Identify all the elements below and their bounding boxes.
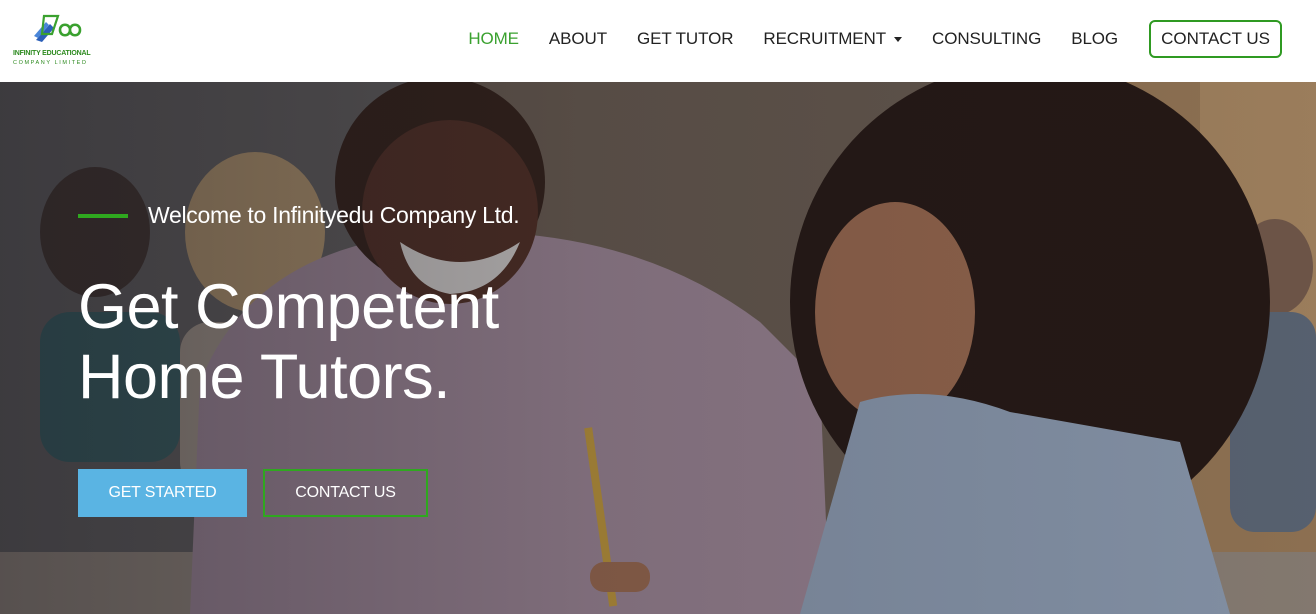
- welcome-text: Welcome to Infinityedu Company Ltd.: [148, 202, 520, 228]
- welcome-row: Welcome to Infinityedu Company Ltd.: [78, 202, 520, 229]
- nav-recruitment-label: RECRUITMENT: [763, 29, 887, 48]
- nav-about[interactable]: ABOUT: [549, 29, 607, 49]
- nav-blog[interactable]: BLOG: [1071, 29, 1118, 49]
- infinity-logo-icon: [34, 14, 82, 42]
- hero-title-line1: Get Competent: [78, 272, 499, 342]
- brand-subtitle: COMPANY LIMITED: [13, 60, 88, 66]
- hero-title: Get Competent Home Tutors.: [78, 272, 638, 412]
- caret-down-icon: [894, 36, 903, 42]
- nav-contact-button[interactable]: CONTACT US: [1149, 20, 1282, 58]
- main-nav: HOME ABOUT GET TUTOR RECRUITMENT CONSULT…: [438, 20, 1282, 58]
- nav-home[interactable]: HOME: [468, 29, 519, 49]
- hero-title-line2: Home Tutors.: [78, 342, 451, 412]
- hero-section: Welcome to Infinityedu Company Ltd. Get …: [0, 82, 1316, 614]
- nav-recruitment[interactable]: RECRUITMENT: [763, 29, 903, 49]
- brand-logo[interactable]: INFINITY EDUCATIONAL COMPANY LIMITED: [12, 10, 112, 72]
- contact-us-button[interactable]: CONTACT US: [263, 469, 428, 517]
- brand-name: INFINITY EDUCATIONAL: [13, 50, 91, 57]
- accent-divider: [78, 213, 128, 218]
- nav-get-tutor[interactable]: GET TUTOR: [637, 29, 734, 49]
- nav-consulting[interactable]: CONSULTING: [932, 29, 1041, 49]
- navbar: INFINITY EDUCATIONAL COMPANY LIMITED HOM…: [0, 0, 1316, 82]
- get-started-button[interactable]: GET STARTED: [78, 469, 247, 517]
